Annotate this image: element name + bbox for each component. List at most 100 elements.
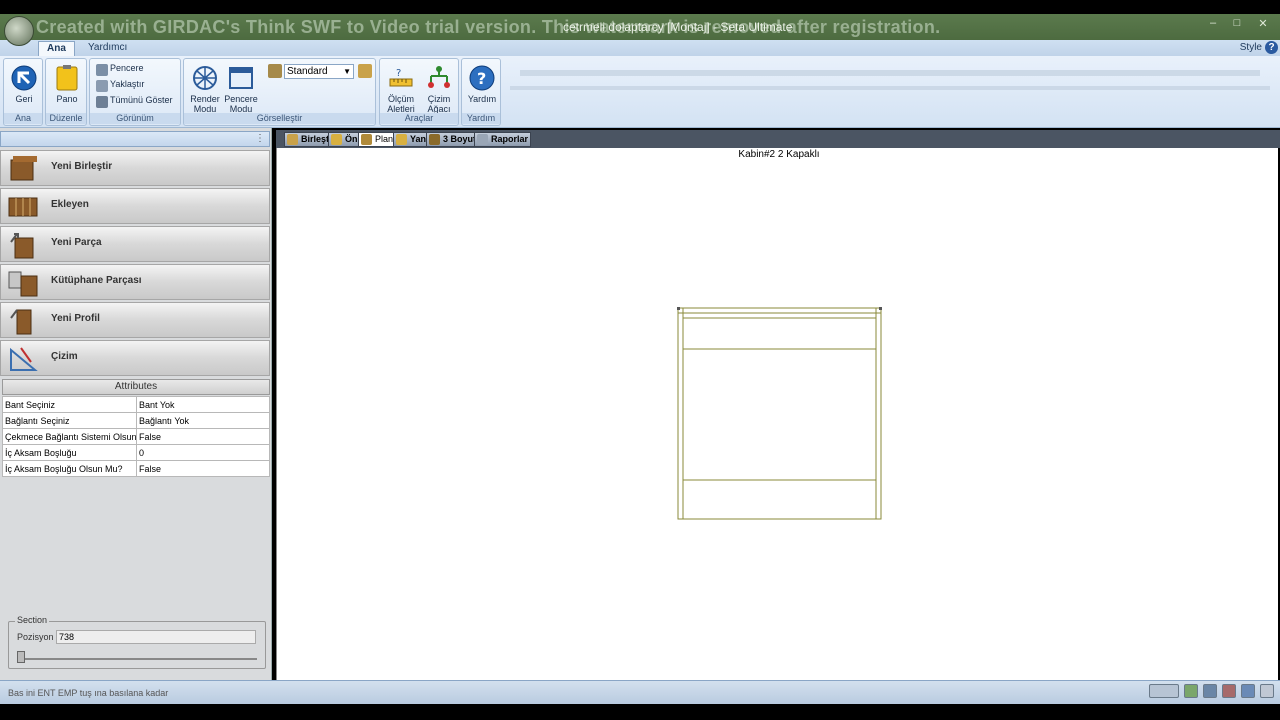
- nav-drawing[interactable]: Çizim: [0, 340, 270, 376]
- svg-text:?: ?: [396, 68, 401, 79]
- nav-new-part[interactable]: Yeni Parça: [0, 226, 270, 262]
- front-view-icon: [331, 134, 342, 145]
- ribbon: Geri Ana Pano Düzenle Pencere Yaklaştır …: [0, 56, 1280, 128]
- ortho-icon[interactable]: [1221, 684, 1236, 698]
- group-label-gorsellestir: Görselleştir: [184, 113, 375, 124]
- position-input[interactable]: 738: [56, 630, 256, 644]
- measure-tools-button[interactable]: ? Ölçüm Aletleri: [382, 62, 420, 114]
- profile-icon: [10, 309, 32, 335]
- view-tab-bar: Birleşt Ön Plan Yan 3 Boyut Raporlar: [276, 130, 1280, 148]
- tab-front[interactable]: Ön: [328, 132, 361, 147]
- style-select-value: Standard: [287, 66, 328, 77]
- position-slider-thumb[interactable]: [17, 651, 25, 663]
- attr-key: Bağlantı Seçiniz: [2, 412, 137, 429]
- window-zoom-label: Pencere: [110, 63, 144, 73]
- zoom-all-icon: [96, 96, 108, 108]
- status-icon-group: [1147, 684, 1274, 702]
- help-icon[interactable]: ?: [1265, 41, 1278, 54]
- report-icon: [477, 134, 488, 145]
- group-duzenle: Pano Düzenle: [45, 58, 87, 126]
- drawing-canvas[interactable]: Kabin#2 2 Kapaklı: [276, 148, 1278, 680]
- tab-3d[interactable]: 3 Boyut: [426, 132, 480, 147]
- paint-icon[interactable]: [358, 64, 372, 78]
- drawing-tree-button[interactable]: Çizim Ağacı: [420, 62, 458, 114]
- tab-ana[interactable]: Ana: [38, 41, 75, 56]
- nav-label: Kütüphane Parçası: [51, 275, 142, 286]
- table-row[interactable]: Bant Seçiniz Bant Yok: [2, 396, 270, 413]
- style-select[interactable]: Standard ▼: [284, 64, 354, 79]
- minimize-button[interactable]: –: [1204, 17, 1222, 29]
- group-label-ana: Ana: [4, 113, 42, 124]
- cabinet-plan-drawing: [677, 307, 882, 520]
- render-mode-button[interactable]: Render Modu: [186, 62, 224, 114]
- maximize-button[interactable]: □: [1228, 17, 1246, 29]
- style-menu[interactable]: Style: [1240, 42, 1262, 53]
- corner-marker: [677, 307, 680, 310]
- attr-value[interactable]: Bant Yok: [136, 396, 270, 413]
- close-button[interactable]: ✕: [1254, 17, 1272, 30]
- status-bar: Bas ini ENT EMP tuş ına basılana kadar: [0, 680, 1280, 704]
- nav-label: Yeni Profil: [51, 313, 100, 324]
- attributes-title: Attributes: [2, 379, 270, 395]
- left-panel: ⋮ Yeni Birleştir Ekleyen Yeni Parça Kütü…: [0, 128, 272, 680]
- group-label-araclar: Araçlar: [380, 113, 458, 124]
- plan-view-icon: [361, 134, 372, 145]
- app-logo-icon[interactable]: [4, 16, 34, 46]
- window-mode-icon: [229, 67, 253, 89]
- tab-label: Ön: [345, 134, 358, 144]
- tab-label: Plan: [375, 134, 394, 144]
- grid-icon[interactable]: [1183, 684, 1198, 698]
- layer-icon[interactable]: [1240, 684, 1255, 698]
- group-araclar: ? Ölçüm Aletleri Çizim Ağacı Araçlar: [379, 58, 459, 126]
- assembly-icon: [287, 134, 298, 145]
- table-row[interactable]: İç Aksam Boşluğu 0: [2, 444, 270, 461]
- tab-plan[interactable]: Plan: [358, 132, 397, 147]
- measure-tools-label: Ölçüm Aletleri: [387, 94, 415, 114]
- nav-new-profile[interactable]: Yeni Profil: [0, 302, 270, 338]
- snap-icon[interactable]: [1202, 684, 1217, 698]
- svg-text:?: ?: [477, 69, 486, 88]
- nav-library-part[interactable]: Kütüphane Parçası: [0, 264, 270, 300]
- left-panel-header: ⋮: [0, 131, 270, 147]
- ribbon-artifact: [510, 86, 1270, 90]
- position-label: Pozisyon: [17, 632, 54, 642]
- position-slider-track: [17, 658, 257, 660]
- nav-new-assembly[interactable]: Yeni Birleştir: [0, 150, 270, 186]
- group-gorsellestir: Render Modu Pencere Modu Standard ▼ Görs…: [183, 58, 376, 126]
- ruler-status-icon[interactable]: [1148, 684, 1179, 698]
- tab-side[interactable]: Yan: [393, 132, 430, 147]
- table-row[interactable]: Çekmece Bağlantı Sistemi Olsun muFalse: [2, 428, 270, 445]
- library-icon: [8, 271, 38, 297]
- table-row[interactable]: İç Aksam Boşluğu Olsun Mu? False: [2, 460, 270, 477]
- zoom-icon: [96, 80, 108, 92]
- back-button[interactable]: Geri: [5, 62, 43, 112]
- help-button[interactable]: ? Yardım: [463, 62, 501, 112]
- window-icon: [96, 64, 108, 76]
- attr-value[interactable]: False: [136, 428, 270, 445]
- tab-assembly[interactable]: Birleşt: [284, 132, 333, 147]
- settings-icon[interactable]: [1260, 684, 1274, 698]
- zoom-all-button[interactable]: Tümünü Göster: [94, 95, 173, 109]
- tab-reports[interactable]: Raporlar: [474, 132, 532, 147]
- nav-label: Yeni Birleştir: [51, 161, 113, 172]
- nav-ekleyen[interactable]: Ekleyen: [0, 188, 270, 224]
- title-bar: Created with GIRDAC's Think SWF to Video…: [0, 14, 1280, 46]
- zoom-button[interactable]: Yaklaştır: [94, 79, 144, 93]
- part-icon: [10, 233, 34, 259]
- table-row[interactable]: Bağlantı Seçiniz Bağlantı Yok: [2, 412, 270, 429]
- corner-marker: [879, 307, 882, 310]
- side-view-icon: [396, 134, 407, 145]
- tab-label: Yan: [410, 134, 427, 144]
- grip-icon[interactable]: ⋮: [255, 133, 265, 144]
- clipboard-button[interactable]: Pano: [48, 62, 86, 112]
- attr-value[interactable]: False: [136, 460, 270, 477]
- window-zoom-button[interactable]: Pencere: [94, 63, 144, 77]
- cabinet-outline: [677, 307, 882, 520]
- tab-yardimci[interactable]: Yardımcı: [80, 41, 135, 56]
- style-icon: [268, 64, 282, 78]
- window-mode-button[interactable]: Pencere Modu: [222, 62, 260, 114]
- attr-value[interactable]: 0: [136, 444, 270, 461]
- attr-value[interactable]: Bağlantı Yok: [136, 412, 270, 429]
- tab-label: 3 Boyut: [443, 134, 477, 144]
- drawer-icon: [8, 197, 38, 217]
